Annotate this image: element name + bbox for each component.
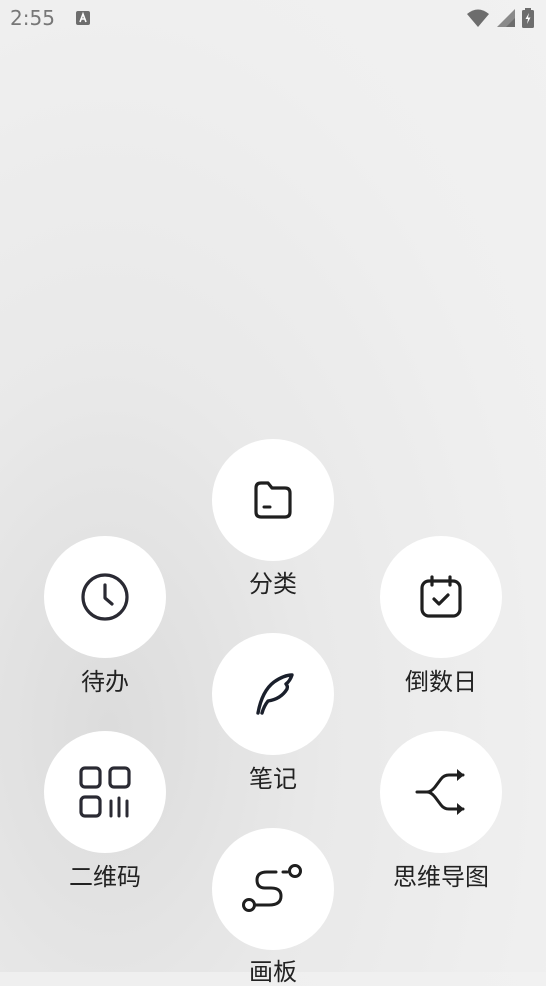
canvas-label: 画板 [249, 958, 297, 986]
calendar-check-icon [420, 575, 462, 618]
status-icons [466, 8, 534, 28]
qrcode-button[interactable] [44, 731, 166, 853]
status-time: 2:55 [10, 6, 55, 30]
status-bar: 2:55 [0, 0, 546, 38]
shuffle-icon [415, 769, 465, 815]
notification-a-icon [76, 11, 90, 25]
todo-button[interactable] [44, 536, 166, 658]
cellular-signal-icon [497, 9, 515, 27]
category-button[interactable] [212, 439, 334, 561]
qr-code-icon [79, 766, 131, 818]
canvas-button[interactable] [212, 828, 334, 950]
battery-charging-icon [522, 8, 534, 28]
note-label: 笔记 [249, 765, 297, 793]
clock-icon [81, 573, 129, 621]
feather-icon [256, 673, 294, 715]
countdown-label: 倒数日 [405, 668, 477, 696]
route-icon [242, 864, 302, 912]
qrcode-label: 二维码 [69, 863, 141, 891]
countdown-button[interactable] [380, 536, 502, 658]
todo-label: 待办 [81, 668, 129, 696]
mindmap-button[interactable] [380, 731, 502, 853]
category-label: 分类 [249, 570, 297, 598]
wifi-icon [467, 9, 489, 27]
folder-icon [254, 481, 292, 519]
note-button[interactable] [212, 633, 334, 755]
mindmap-label: 思维导图 [393, 863, 489, 891]
